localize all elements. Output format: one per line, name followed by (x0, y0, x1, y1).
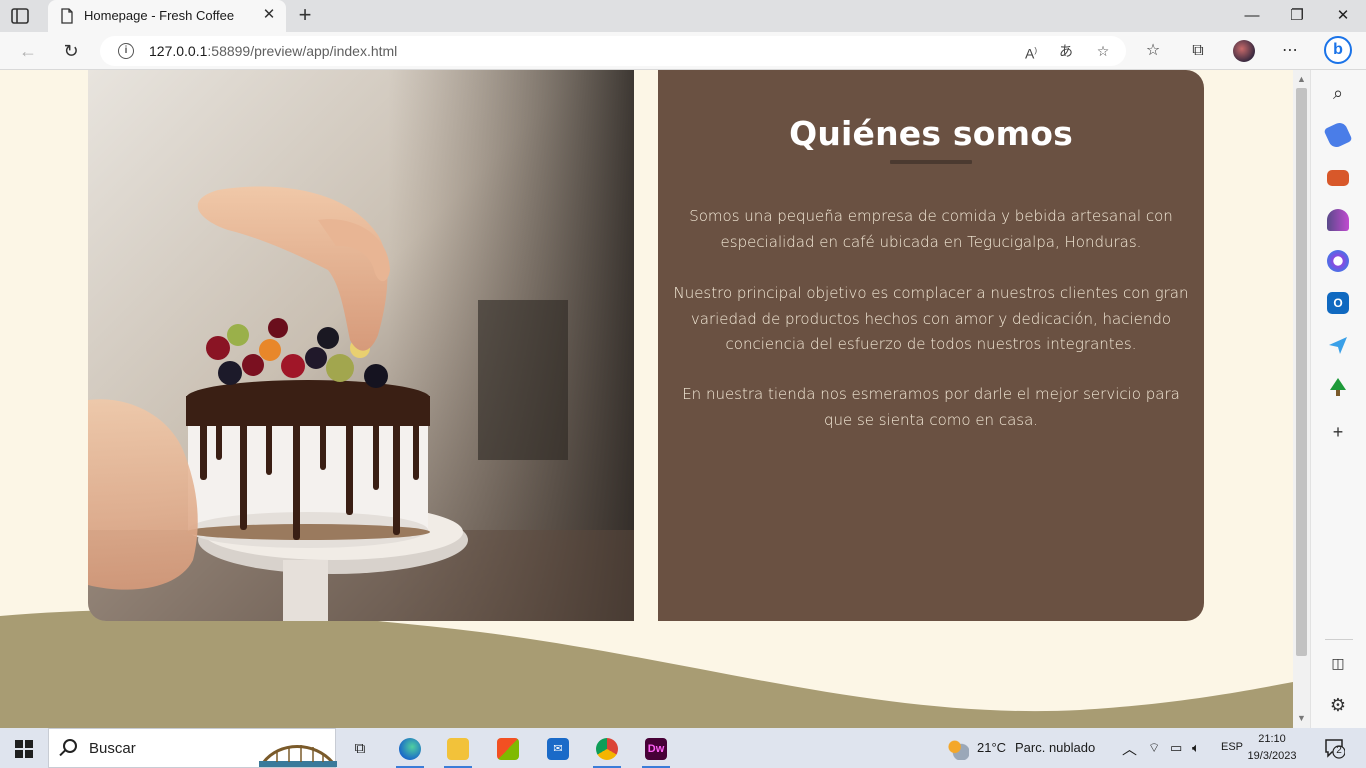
split-view-icon[interactable]: ◫ (1327, 652, 1349, 674)
refresh-button[interactable]: ↻ (58, 39, 84, 63)
favorites-icon[interactable]: ☆ (1142, 40, 1164, 62)
taskbar-search-label: Buscar (89, 740, 136, 757)
taskbar-mail[interactable]: ✉ (538, 732, 578, 768)
taskbar-search-box[interactable]: Buscar (48, 728, 337, 768)
translate-icon[interactable]: あ (1055, 41, 1077, 61)
scroll-thumb[interactable] (1296, 88, 1307, 656)
weather-partly-cloudy-icon (947, 738, 969, 760)
taskbar-dreamweaver[interactable]: Dw (636, 732, 676, 768)
tab-strip: Homepage - Fresh Coffee ✕ + — ❐ ✕ (0, 0, 1366, 32)
new-tab-button[interactable]: + (294, 4, 316, 27)
title-underline (890, 160, 972, 164)
scroll-down-arrow[interactable]: ▼ (1297, 713, 1306, 723)
dreamweaver-icon: Dw (645, 738, 667, 760)
more-options-icon[interactable]: ⋯ (1279, 40, 1301, 62)
send-icon[interactable] (1327, 334, 1349, 356)
collections-icon[interactable]: ⧉ (1187, 40, 1209, 62)
clock-date: 19/3/2023 (1247, 750, 1297, 762)
about-paragraph-3: En nuestra tienda nos esmeramos por darl… (682, 385, 1180, 429)
read-aloud-icon[interactable]: A) (1020, 41, 1042, 62)
browser-tab[interactable]: Homepage - Fresh Coffee ✕ (48, 0, 286, 32)
edge-icon (399, 738, 421, 760)
taskbar-chrome[interactable] (587, 732, 627, 768)
weather-temperature[interactable]: 21°C (977, 740, 1006, 755)
tab-title: Homepage - Fresh Coffee (84, 8, 235, 23)
scroll-up-arrow[interactable]: ▲ (1297, 74, 1306, 84)
language-indicator[interactable]: ESP (1221, 741, 1243, 753)
sidebar-divider (1325, 639, 1353, 640)
restore-button[interactable]: ❐ (1274, 4, 1320, 28)
windows-start-icon[interactable] (15, 740, 33, 758)
task-view-icon: ⧉ (354, 740, 366, 757)
close-tab-icon[interactable]: ✕ (260, 6, 278, 24)
url-host: 127.0.0.1 (149, 43, 208, 59)
tools-icon[interactable] (1327, 170, 1349, 186)
cake-image (88, 70, 634, 621)
office-icon[interactable] (1327, 250, 1349, 272)
taskbar-edge[interactable] (390, 732, 430, 768)
chevron-up-icon[interactable]: ︿ (1122, 738, 1137, 759)
about-title: Quiénes somos (789, 114, 1073, 153)
tab-actions-icon[interactable] (10, 7, 30, 25)
url-path: :58899/preview/app/index.html (207, 43, 398, 59)
windows-taskbar: Buscar ⧉ ✉ Dw 21°C Parc. nublado ︿ ⌔ ▭ 🔈… (0, 728, 1366, 768)
page-icon (61, 8, 73, 24)
taskbar-store[interactable] (488, 732, 528, 768)
settings-gear-icon[interactable]: ⚙ (1327, 694, 1349, 716)
page-viewport: Quiénes somos Somos una pequeña empresa … (0, 70, 1293, 728)
mail-icon: ✉ (547, 738, 569, 760)
cake-photo (88, 70, 634, 621)
about-paragraph-2: Nuestro principal objetivo es complacer … (673, 284, 1189, 353)
address-toolbar: ← ↻ i 127.0.0.1:58899/preview/app/index.… (0, 32, 1366, 70)
back-button[interactable]: ← (15, 39, 41, 63)
about-us-card: Quiénes somos Somos una pequeña empresa … (658, 70, 1204, 621)
profile-avatar[interactable] (1233, 40, 1255, 62)
weather-widget[interactable] (938, 732, 978, 768)
outlook-icon[interactable]: O (1327, 292, 1349, 314)
task-view-button[interactable]: ⧉ (340, 732, 380, 768)
battery-icon[interactable]: ▭ (1170, 740, 1182, 756)
taskbar-file-explorer[interactable] (438, 732, 478, 768)
weather-description[interactable]: Parc. nublado (1015, 740, 1095, 755)
address-bar[interactable]: i 127.0.0.1:58899/preview/app/index.html… (100, 36, 1126, 66)
minimize-button[interactable]: — (1229, 4, 1275, 28)
add-icon[interactable]: + (1327, 421, 1349, 443)
info-icon[interactable]: i (118, 43, 134, 59)
clock-time: 21:10 (1258, 733, 1286, 745)
close-window-button[interactable]: ✕ (1320, 4, 1366, 28)
chrome-icon (596, 738, 618, 760)
decorative-wave (0, 610, 1293, 728)
shopping-tag-icon[interactable] (1323, 120, 1353, 150)
bing-chat-icon[interactable]: b (1324, 36, 1352, 64)
system-clock[interactable]: 21:10 19/3/2023 (1247, 731, 1297, 765)
volume-icon[interactable]: 🔈︎ (1192, 740, 1200, 756)
search-highlight-image (259, 745, 337, 767)
page-scrollbar[interactable]: ▲ ▼ (1293, 70, 1310, 728)
edge-sidebar: ⌕ O + ◫ ⚙ (1310, 70, 1366, 728)
notifications-button[interactable]: 2 (1323, 737, 1346, 759)
search-icon[interactable]: ⌕ (1327, 82, 1349, 104)
folder-icon (447, 738, 469, 760)
url-text[interactable]: 127.0.0.1:58899/preview/app/index.html (149, 43, 397, 59)
add-favorite-icon[interactable]: ☆ (1092, 41, 1114, 61)
network-icon[interactable]: ⌔ (1148, 740, 1160, 756)
store-icon (497, 738, 519, 760)
tree-icon[interactable] (1327, 376, 1349, 398)
about-paragraph-1: Somos una pequeña empresa de comida y be… (689, 207, 1173, 251)
search-icon (63, 739, 77, 753)
games-icon[interactable] (1327, 209, 1349, 231)
notification-count: 2 (1336, 745, 1342, 756)
